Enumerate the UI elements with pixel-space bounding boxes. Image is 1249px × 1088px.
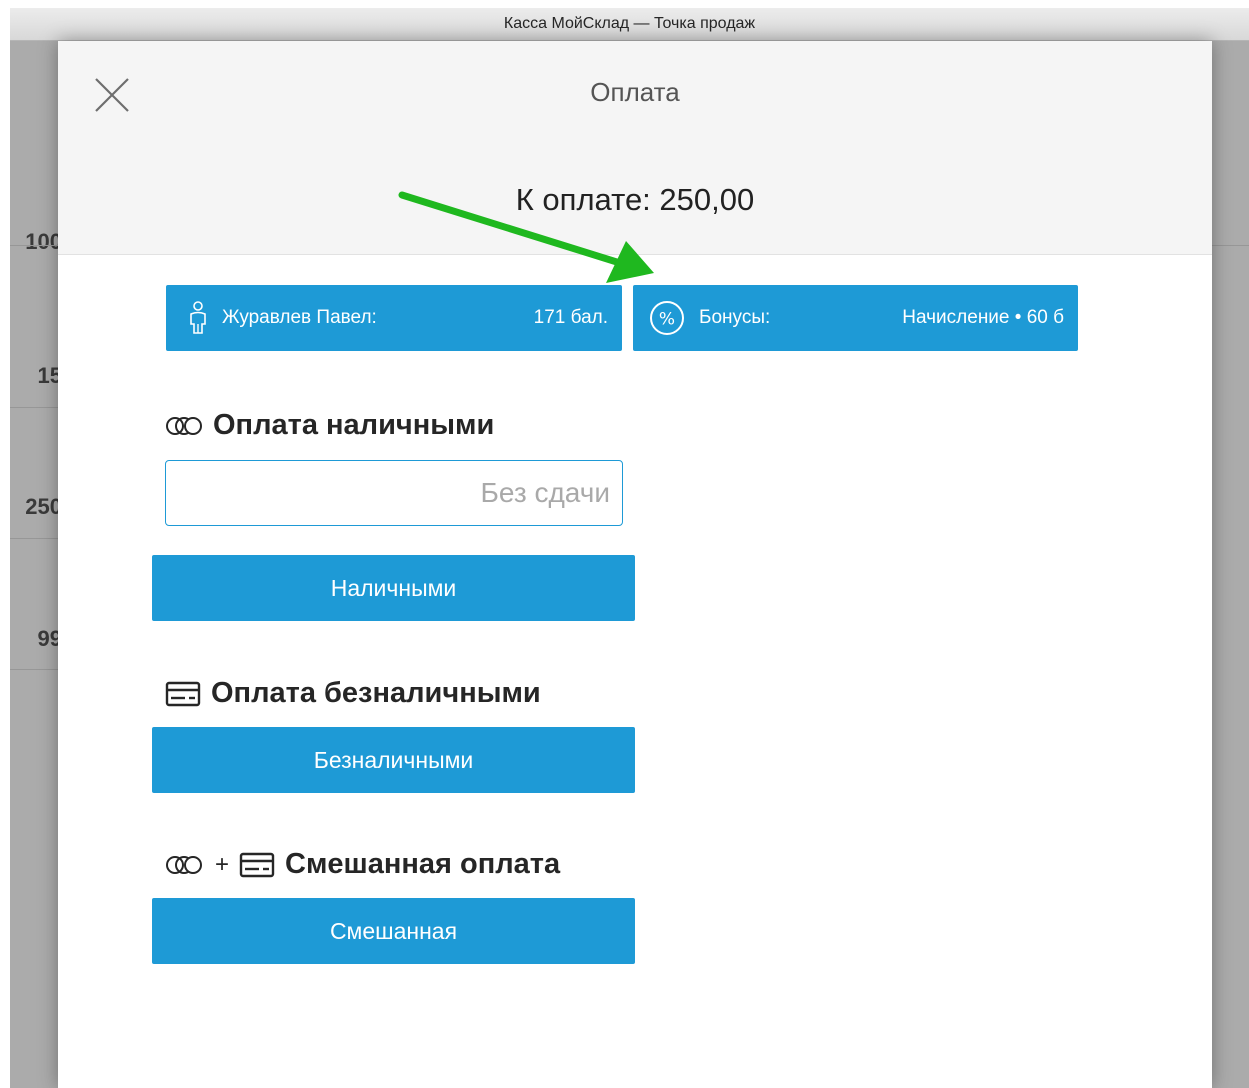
payment-modal: Оплата К оплате: 250,00 Журавлев Павел: … [58,41,1212,1088]
mixed-pay-button[interactable]: Смешанная [152,898,635,964]
bonus-chip[interactable]: % Бонусы: Начисление • 60 б [633,285,1078,351]
app-window: Касса МойСклад — Точка продаж 100 15 250… [10,8,1249,1088]
cash-title-text: Оплата наличными [213,409,495,441]
coins-icon [166,855,202,874]
background-row-value: 15 [37,363,62,388]
background-row-divider [10,669,62,670]
background-row-divider [10,245,62,246]
background-row-value: 250 [25,494,62,519]
background-row-value: 100 [25,229,62,254]
background-row-divider [10,407,62,408]
background-right-edge [1212,41,1249,1088]
card-icon [239,852,275,877]
card-icon [165,681,201,706]
card-section-title: Оплата безналичными [165,677,541,710]
cash-amount-input[interactable] [165,460,623,526]
background-row-value: 99 [37,626,62,651]
background-divider [1212,245,1249,246]
svg-text:%: % [659,310,675,330]
background-row-divider [10,538,62,539]
percent-icon: % [650,301,684,335]
card-title-text: Оплата безналичными [211,677,541,709]
close-icon[interactable] [94,77,130,113]
modal-title: Оплата [590,77,680,107]
customer-name: Журавлев Павел: [222,307,377,328]
customer-chip[interactable]: Журавлев Павел: 171 бал. [166,285,622,351]
card-pay-button[interactable]: Безналичными [152,727,635,793]
cash-section-title: Оплата наличными [165,409,494,442]
window-titlebar: Касса МойСклад — Точка продаж [10,8,1249,41]
background-table-column: 100 15 250 99 [10,41,62,1088]
bonus-label: Бонусы: [699,307,771,328]
person-icon [190,301,206,334]
mixed-title-text: Смешанная оплата [285,848,561,880]
cash-pay-button[interactable]: Наличными [152,555,635,621]
customer-points: 171 бал. [533,307,608,328]
annotation-arrow [398,191,654,283]
coins-icon [166,416,202,435]
plus-sign: + [215,850,230,878]
bonus-value: Начисление • 60 б [902,307,1064,328]
mixed-section-title: + Смешанная оплата [165,848,560,881]
